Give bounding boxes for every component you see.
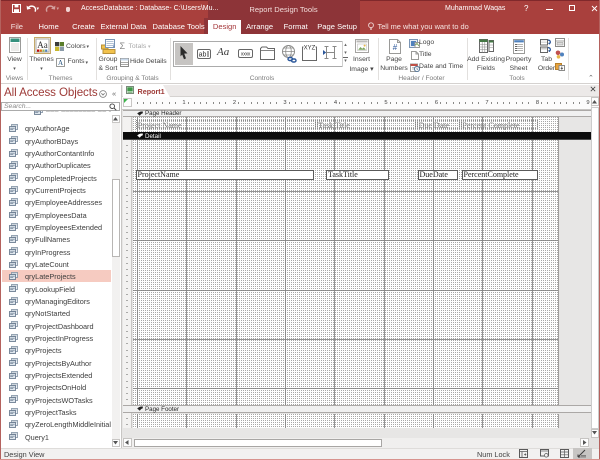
svg-text:xxxx: xxxx [240, 51, 250, 57]
svg-text:Aa: Aa [37, 40, 48, 50]
svg-text:↓: ↓ [112, 42, 115, 49]
svg-text:#: # [392, 43, 397, 52]
svg-text:ab: ab [198, 51, 206, 58]
svg-text:XYZ: XYZ [304, 46, 316, 52]
svg-text:A: A [58, 59, 63, 67]
